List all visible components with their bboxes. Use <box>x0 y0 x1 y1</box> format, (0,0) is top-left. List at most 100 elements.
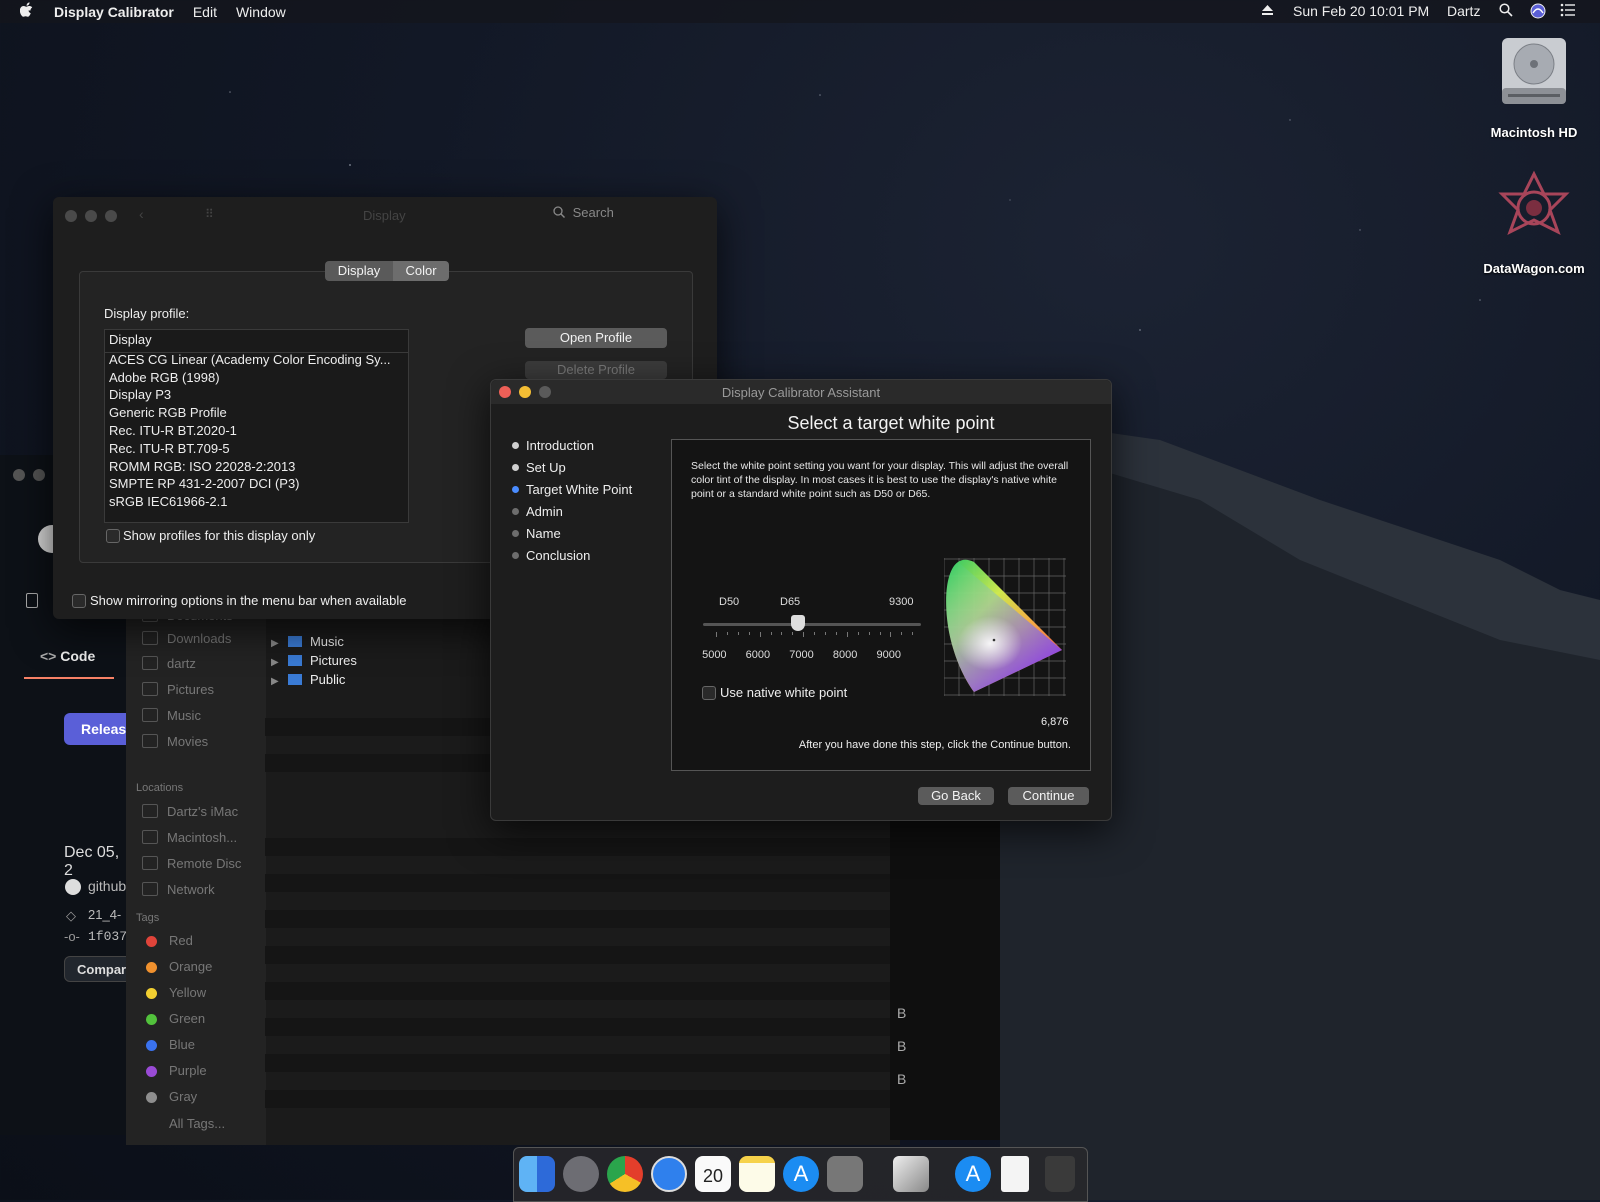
menu-edit[interactable]: Edit <box>193 4 217 20</box>
siri-icon[interactable] <box>1530 3 1546 22</box>
finder-location-item[interactable]: Network <box>142 882 215 897</box>
compare-button[interactable]: Compare <box>64 956 134 982</box>
prefs-search-field[interactable]: Search <box>553 205 693 223</box>
tag-color-dot <box>146 1092 157 1103</box>
spotlight-search-icon[interactable] <box>1499 3 1513 20</box>
open-profile-button[interactable]: Open Profile <box>525 328 667 348</box>
chrome-dock-icon[interactable] <box>607 1156 643 1192</box>
location-icon <box>142 804 158 818</box>
back-chevron-icon[interactable]: ‹ <box>139 206 144 222</box>
finder-location-item[interactable]: Dartz's iMac <box>142 804 238 819</box>
tag-color-dot <box>146 962 157 973</box>
browser-close-button[interactable] <box>13 469 25 481</box>
finder-sidebar-item[interactable]: Movies <box>142 734 208 749</box>
profile-list[interactable]: Display ACES CG Linear (Academy Color Enc… <box>104 329 409 523</box>
datawagon-desktop-icon[interactable] <box>1492 170 1576 250</box>
tag-icon: ◇ <box>66 908 76 923</box>
hard-drive-icon <box>1502 38 1566 104</box>
show-profiles-checkbox[interactable] <box>106 529 120 543</box>
tag-item[interactable]: Blue <box>169 1037 195 1052</box>
step-label: Set Up <box>526 460 566 475</box>
finder-dock-icon[interactable] <box>519 1156 555 1192</box>
finder-sidebar-item[interactable]: Downloads <box>142 631 231 646</box>
prefs-minimize-button[interactable] <box>85 210 97 222</box>
tags-header: Tags <box>136 912 160 924</box>
tag-name[interactable]: 21_4- <box>88 907 121 922</box>
profile-list-item[interactable]: Rec. ITU-R BT.709-5 <box>109 441 230 456</box>
folder-row-pictures[interactable]: ▶ Pictures <box>271 653 357 668</box>
tag-item[interactable]: Red <box>169 933 193 948</box>
profile-list-item[interactable]: ACES CG Linear (Academy Color Encoding S… <box>109 352 391 367</box>
notification-center-icon[interactable] <box>1560 3 1576 20</box>
document-dock-icon[interactable] <box>1001 1156 1029 1192</box>
launchpad-dock-icon[interactable] <box>563 1156 599 1192</box>
continue-button[interactable]: Continue <box>1008 787 1089 805</box>
finder-location-item[interactable]: Remote Disc <box>142 856 241 871</box>
commit-hash[interactable]: 1f037 <box>88 929 127 944</box>
white-point-slider-thumb[interactable] <box>790 615 805 631</box>
all-tags-item[interactable]: All Tags... <box>169 1116 225 1131</box>
finder-sidebar-item[interactable]: Music <box>142 708 201 723</box>
folder-row-music[interactable]: ▶ Music <box>271 634 344 649</box>
menu-window[interactable]: Window <box>236 4 286 20</box>
calendar-dock-icon[interactable]: 20 <box>695 1156 731 1192</box>
tag-item[interactable]: Purple <box>169 1063 207 1078</box>
disclosure-triangle-icon[interactable]: ▶ <box>271 638 279 649</box>
release-button[interactable]: Releas <box>64 713 134 745</box>
tag-item[interactable]: Green <box>169 1011 205 1026</box>
menubar-clock[interactable]: Sun Feb 20 10:01 PM <box>1293 3 1429 19</box>
profile-list-header[interactable]: Display <box>105 332 408 353</box>
native-white-point-label: Use native white point <box>720 685 848 700</box>
tag-item[interactable]: Gray <box>169 1089 197 1104</box>
finder-location-item[interactable]: Macintosh... <box>142 830 237 845</box>
prefs-close-button[interactable] <box>65 210 77 222</box>
prefs-zoom-button[interactable] <box>105 210 117 222</box>
disclosure-triangle-icon[interactable]: ▶ <box>271 676 279 687</box>
browser-minimize-button[interactable] <box>33 469 45 481</box>
profile-list-item[interactable]: Adobe RGB (1998) <box>109 370 220 385</box>
code-tab[interactable]: <> Code <box>40 648 95 664</box>
tag-item[interactable]: Orange <box>169 959 212 974</box>
sidebar-item-label: Downloads <box>167 631 232 646</box>
white-point-slider-track[interactable] <box>703 623 921 626</box>
system-preferences-dock-icon[interactable] <box>827 1156 863 1192</box>
show-all-grid-icon[interactable]: ⠿ <box>205 207 214 221</box>
slider-tick-mark <box>770 632 772 635</box>
mirroring-checkbox[interactable] <box>72 594 86 608</box>
display-profile-label: Display profile: <box>104 306 190 321</box>
tab-color[interactable]: Color <box>393 261 449 281</box>
slider-kelvin-label: 6000 <box>745 649 771 661</box>
profile-list-item[interactable]: Generic RGB Profile <box>109 405 227 420</box>
apple-menu-icon[interactable] <box>19 1 34 22</box>
profile-list-item[interactable]: Display P3 <box>109 387 171 402</box>
repo-link[interactable]: github <box>88 878 126 894</box>
safari-dock-icon[interactable] <box>651 1156 687 1192</box>
slider-label-9300: 9300 <box>889 596 914 608</box>
location-label: Remote Disc <box>167 856 242 871</box>
slider-tick-mark <box>759 632 761 637</box>
profile-list-item[interactable]: Rec. ITU-R BT.2020-1 <box>109 423 237 438</box>
folder-row-public[interactable]: ▶ Public <box>271 672 345 687</box>
display-calibrator-dock-icon[interactable] <box>893 1156 929 1192</box>
trash-dock-icon[interactable] <box>1045 1156 1075 1192</box>
repo-icon <box>26 593 38 608</box>
app-menu[interactable]: Display Calibrator <box>54 4 174 20</box>
finder-sidebar-item[interactable]: Pictures <box>142 682 214 697</box>
profile-list-item[interactable]: sRGB IEC61966-2.1 <box>109 494 228 509</box>
go-back-button[interactable]: Go Back <box>918 787 994 805</box>
slider-label-d65: D65 <box>780 596 801 608</box>
app-store-dock-icon[interactable]: A <box>783 1156 819 1192</box>
eject-icon[interactable] <box>1261 3 1274 19</box>
profile-list-item[interactable]: ROMM RGB: ISO 22028-2:2013 <box>109 459 295 474</box>
profile-list-item[interactable]: SMPTE RP 431-2-2007 DCI (P3) <box>109 476 300 491</box>
menubar-user[interactable]: Dartz <box>1447 3 1480 19</box>
app-store-updates-dock-icon[interactable]: A <box>955 1156 991 1192</box>
native-white-point-checkbox[interactable] <box>702 686 716 700</box>
tag-item[interactable]: Yellow <box>169 985 206 1000</box>
delete-profile-button[interactable]: Delete Profile <box>525 361 667 379</box>
disclosure-triangle-icon[interactable]: ▶ <box>271 657 279 668</box>
finder-sidebar-item[interactable]: dartz <box>142 656 196 671</box>
tab-display[interactable]: Display <box>325 261 393 281</box>
macintosh-hd-desktop-icon[interactable] <box>1494 32 1574 112</box>
notes-dock-icon[interactable] <box>739 1156 775 1192</box>
